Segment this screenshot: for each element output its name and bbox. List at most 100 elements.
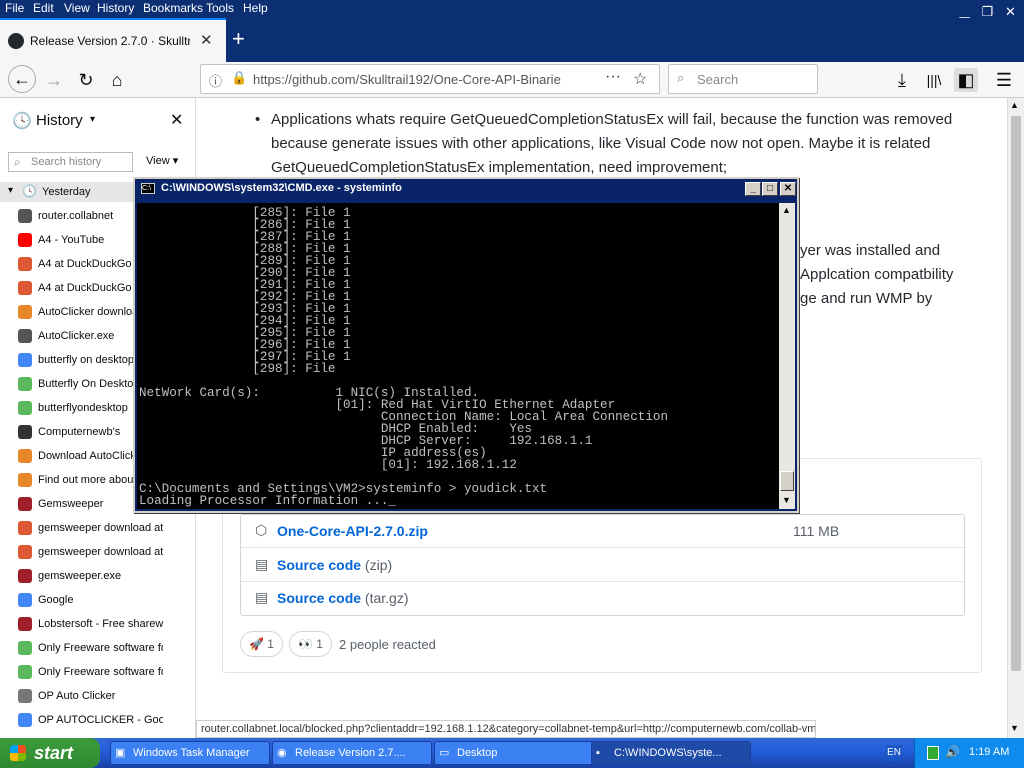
- menu-tools[interactable]: Tools: [206, 1, 234, 15]
- globe-icon: [18, 209, 32, 223]
- reload-button[interactable]: ↻: [74, 68, 98, 92]
- cmd-title: C:\WINDOWS\system32\CMD.exe - systeminfo: [161, 182, 402, 194]
- scroll-thumb[interactable]: [1011, 116, 1021, 671]
- history-item-label: gemsweeper download at: [38, 522, 163, 534]
- browser-tab[interactable]: Release Version 2.7.0 · Skulltrail19 ✕: [0, 18, 226, 62]
- page-actions-icon[interactable]: ···: [605, 68, 621, 86]
- github-icon: [8, 33, 24, 49]
- hamburger-menu-icon[interactable]: ☰: [992, 68, 1016, 92]
- menu-history[interactable]: History: [97, 1, 134, 15]
- asset-link[interactable]: One-Core-API-2.7.0.zip: [277, 523, 428, 539]
- sidebar-toggle-icon[interactable]: ◧: [954, 68, 978, 92]
- menu-view[interactable]: View: [64, 1, 90, 15]
- tab-bar: Release Version 2.7.0 · Skulltrail19 ✕ +: [0, 18, 1024, 62]
- search-icon: ⌕: [14, 155, 21, 169]
- file-zip-icon: ▤: [255, 556, 269, 572]
- cmd-maximize-button[interactable]: □: [762, 182, 778, 196]
- close-tab-icon[interactable]: ✕: [200, 31, 213, 49]
- menu-edit[interactable]: Edit: [33, 1, 54, 15]
- cmd-window[interactable]: C:\ C:\WINDOWS\system32\CMD.exe - system…: [133, 177, 799, 513]
- reaction-count: 1: [316, 637, 323, 651]
- bullet: •: [255, 111, 261, 128]
- history-item[interactable]: Only Freeware software for: [18, 637, 183, 659]
- forward-button[interactable]: →: [42, 68, 66, 92]
- reaction-eyes[interactable]: 👀 1: [289, 631, 332, 657]
- search-icon: ⌕: [677, 70, 685, 85]
- menu-bar: File Edit View History Bookmarks Tools H…: [0, 0, 1024, 19]
- lock-icon[interactable]: 🔒: [231, 70, 247, 86]
- start-button[interactable]: start: [0, 738, 100, 768]
- task-desktop[interactable]: ▭ Desktop: [434, 741, 594, 765]
- task-firefox[interactable]: ◉ Release Version 2.7....: [272, 741, 432, 765]
- duckduckgo-icon: [18, 257, 32, 271]
- asset-link-format: (zip): [364, 557, 393, 573]
- new-tab-button[interactable]: +: [232, 26, 245, 52]
- cmd-console[interactable]: [285]: File 1 [286]: File 1 [287]: File …: [137, 203, 779, 509]
- history-search-input[interactable]: ⌕ Search history: [8, 152, 133, 172]
- page-scrollbar[interactable]: ▲ ▼: [1007, 98, 1024, 738]
- folder-icon: ▭: [439, 747, 450, 759]
- history-item[interactable]: gemsweeper.exe: [18, 565, 183, 587]
- asset-link[interactable]: Source code (tar.gz): [277, 590, 409, 606]
- menu-file[interactable]: File: [5, 1, 24, 15]
- rocket-icon: 🚀: [249, 637, 264, 651]
- asset-link[interactable]: Source code (zip): [277, 557, 392, 573]
- google-icon: [18, 593, 32, 607]
- tray-icon[interactable]: [927, 746, 939, 760]
- cmd-scrollbar[interactable]: ▲ ▼: [779, 203, 795, 509]
- firefox-icon: ◉: [277, 747, 287, 759]
- diamond-icon: [18, 473, 32, 487]
- chevron-down-icon[interactable]: ▾: [90, 114, 95, 125]
- clock-icon: 🕓: [12, 113, 32, 130]
- sidebar-title[interactable]: History: [36, 112, 83, 129]
- asset-row: ▤ Source code (tar.gz): [241, 582, 966, 615]
- system-tray: 🔊 1:19 AM: [914, 738, 1024, 768]
- url-bar[interactable]: ⓘ 🔒 https://github.com/Skulltrail192/One…: [200, 64, 660, 94]
- scroll-up-icon[interactable]: ▲: [782, 205, 791, 215]
- globe-icon: [18, 329, 32, 343]
- task-cmd[interactable]: ▪ C:\WINDOWS\syste...: [591, 741, 751, 765]
- history-item[interactable]: Only Freeware software for: [18, 661, 183, 683]
- history-item[interactable]: Google: [18, 589, 183, 611]
- menu-help[interactable]: Help: [243, 1, 268, 15]
- release-note-fragment: ge and run WMP by: [800, 290, 933, 307]
- cmd-minimize-button[interactable]: _: [745, 182, 761, 196]
- home-button[interactable]: ⌂: [105, 68, 129, 92]
- mouse-icon: [18, 689, 32, 703]
- history-item[interactable]: OP Auto Clicker: [18, 685, 183, 707]
- bookmark-star-icon[interactable]: ☆: [633, 69, 647, 89]
- scroll-down-icon[interactable]: ▼: [1010, 723, 1019, 733]
- scroll-down-icon[interactable]: ▼: [782, 495, 791, 505]
- speaker-icon[interactable]: 🔊: [945, 745, 960, 759]
- back-button[interactable]: ←: [8, 65, 36, 93]
- menu-bookmarks[interactable]: Bookmarks: [143, 1, 203, 15]
- history-item[interactable]: OP AUTOCLICKER - Google: [18, 709, 183, 731]
- scroll-up-icon[interactable]: ▲: [1010, 100, 1019, 110]
- task-task-manager[interactable]: ▣ Windows Task Manager: [110, 741, 270, 765]
- asset-link-format: (tar.gz): [364, 590, 409, 606]
- library-icon[interactable]: |||\: [922, 68, 946, 92]
- search-bar[interactable]: ⌕ Search: [668, 64, 818, 94]
- cmd-close-button[interactable]: ✕: [780, 182, 796, 196]
- diamond-icon: [18, 449, 32, 463]
- history-item[interactable]: Lobstersoft - Free shareware: [18, 613, 183, 635]
- history-item-label: Only Freeware software for: [38, 666, 163, 678]
- gem-icon: [18, 497, 32, 511]
- language-indicator[interactable]: EN: [886, 745, 902, 761]
- reacted-text: 2 people reacted: [339, 637, 436, 652]
- release-note-fragment: Applcation compatbility: [800, 266, 954, 283]
- info-icon[interactable]: ⓘ: [209, 71, 222, 90]
- close-sidebar-icon[interactable]: ✕: [170, 110, 183, 130]
- history-item[interactable]: gemsweeper download at: [18, 541, 183, 563]
- asset-row: ⬡ One-Core-API-2.7.0.zip 111 MB: [241, 515, 966, 548]
- taskbar: start ▣ Windows Task Manager ◉ Release Ver…: [0, 738, 1024, 768]
- clock-icon: 🕓: [22, 184, 37, 198]
- reaction-rocket[interactable]: 🚀 1: [240, 631, 283, 657]
- chevron-down-icon: ▾: [8, 185, 14, 196]
- scroll-thumb[interactable]: [780, 471, 794, 491]
- history-item[interactable]: gemsweeper download at: [18, 517, 183, 539]
- start-label: start: [34, 743, 74, 763]
- cmd-icon: C:\: [141, 183, 155, 194]
- view-menu-button[interactable]: View ▾: [146, 154, 178, 167]
- download-icon[interactable]: ⤓: [890, 68, 914, 92]
